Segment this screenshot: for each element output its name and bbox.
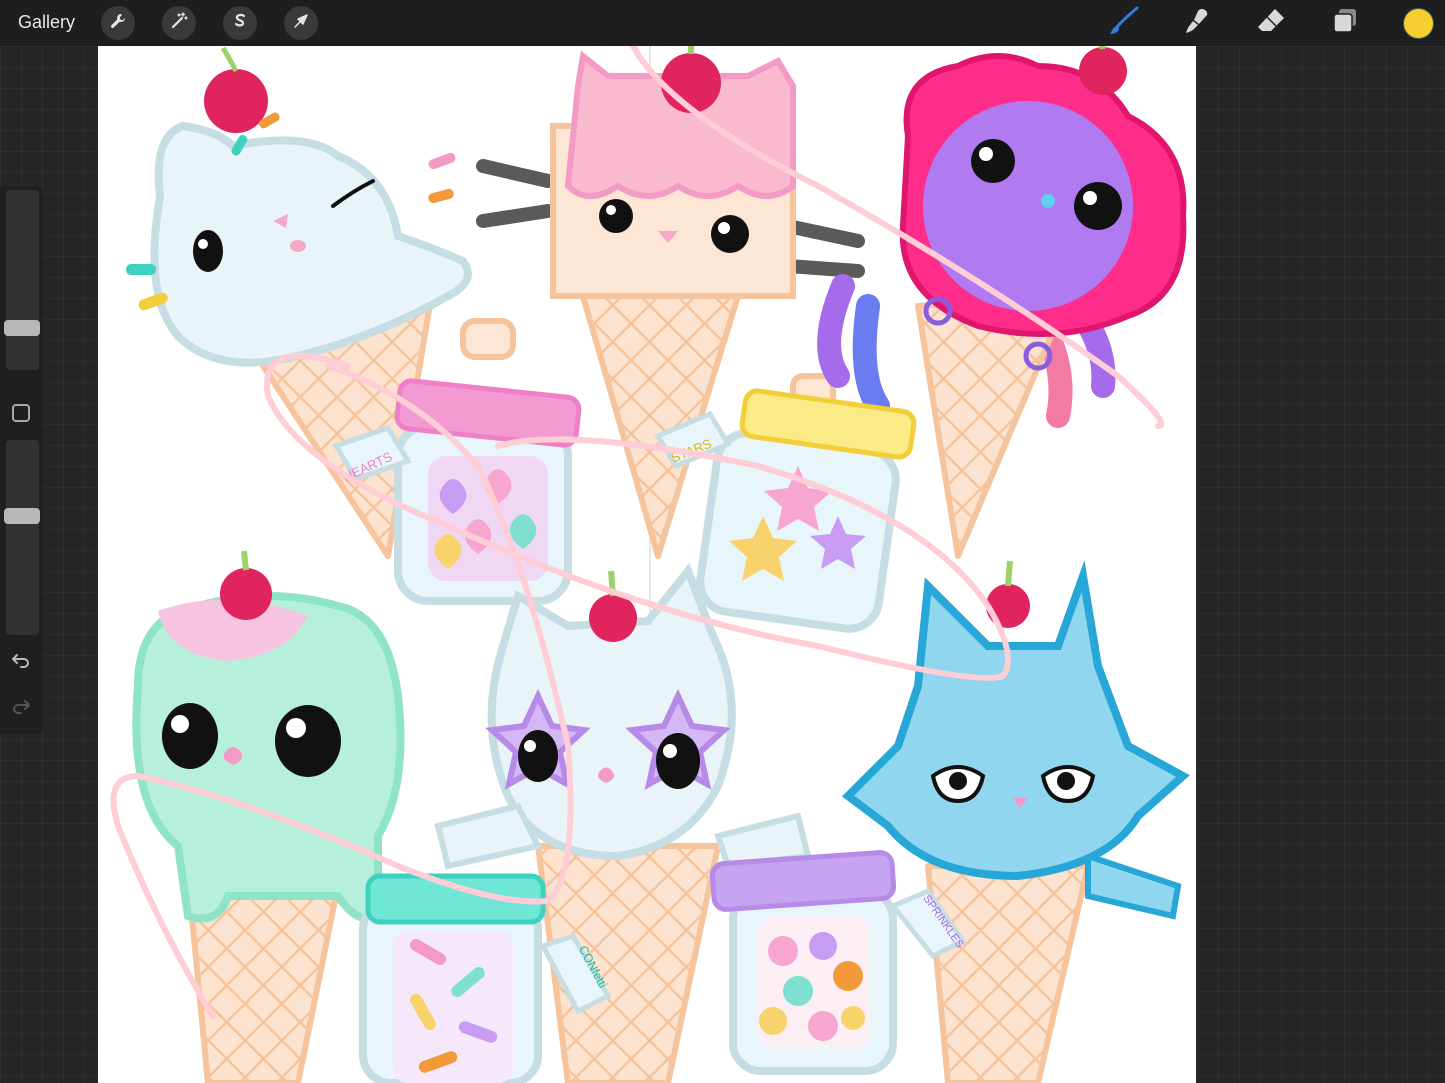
redo-button[interactable] [9, 696, 33, 720]
wrench-icon [109, 12, 127, 35]
layers-button[interactable] [1329, 8, 1361, 38]
smudge-tool-button[interactable] [1181, 8, 1213, 38]
gallery-button[interactable]: Gallery [18, 12, 75, 33]
transform-arrow-icon [292, 12, 310, 35]
opacity-slider[interactable] [6, 440, 39, 635]
smudge-icon [1181, 6, 1213, 41]
eraser-icon [1255, 6, 1287, 41]
brush-size-thumb[interactable] [4, 319, 40, 336]
brush-tool-button[interactable] [1108, 6, 1140, 41]
opacity-thumb[interactable] [4, 508, 40, 525]
selection-icon [231, 12, 249, 35]
undo-button[interactable] [9, 650, 33, 674]
brush-icon [1108, 6, 1140, 41]
drawing-canvas[interactable]: HEARTS STARS CONfetti SPRINKLES [98, 46, 1196, 1083]
color-picker-button[interactable] [1404, 9, 1433, 38]
adjustments-button[interactable] [162, 6, 196, 40]
selection-button[interactable] [223, 6, 257, 40]
layers-icon [1329, 6, 1361, 41]
sidebar [0, 186, 43, 734]
modify-button[interactable] [12, 404, 30, 422]
actions-button[interactable] [101, 6, 135, 40]
transform-button[interactable] [284, 6, 318, 40]
magic-wand-icon [170, 11, 188, 35]
top-toolbar: Gallery [0, 0, 1445, 46]
redo-icon [11, 698, 31, 719]
artwork: HEARTS STARS CONfetti SPRINKLES [110, 46, 1190, 1083]
undo-icon [11, 652, 31, 673]
brush-size-slider[interactable] [6, 190, 39, 370]
eraser-tool-button[interactable] [1255, 8, 1287, 38]
cat-cone-blue [841, 560, 1190, 1083]
